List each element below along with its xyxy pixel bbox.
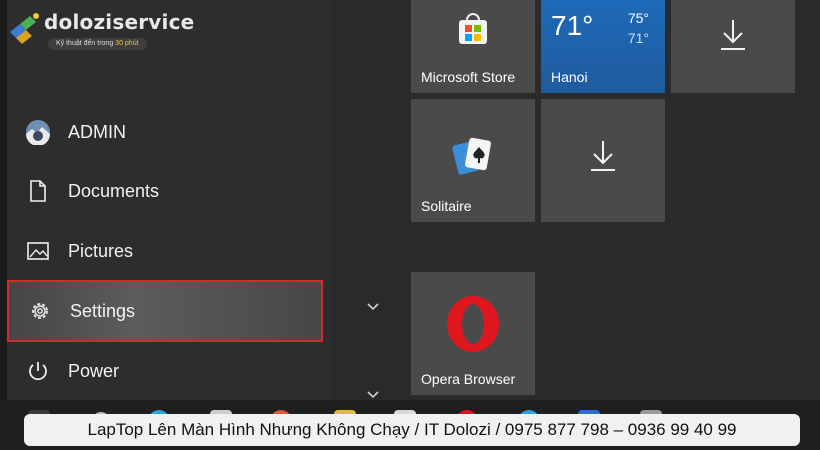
tile-download-placeholder[interactable]: [541, 99, 665, 222]
tile-label: Microsoft Store: [421, 69, 516, 85]
pictures-icon: [25, 238, 51, 264]
tile-label: Solitaire: [421, 198, 472, 214]
tile-download-placeholder[interactable]: [671, 0, 795, 93]
cards-icon: [452, 137, 491, 175]
menu-item-power[interactable]: Power: [7, 342, 323, 400]
weather-current-temp: 71°: [551, 10, 594, 41]
menu-item-label: Pictures: [68, 240, 134, 261]
menu-item-admin[interactable]: ADMIN: [7, 103, 323, 161]
weather-low-temp: 71°: [627, 30, 649, 46]
user-avatar-icon: [25, 119, 51, 145]
tile-label: Opera Browser: [421, 371, 516, 387]
menu-item-documents[interactable]: Documents: [7, 162, 323, 220]
download-arrow-icon: [591, 141, 615, 171]
tile-solitaire[interactable]: Solitaire: [411, 99, 535, 222]
tile-weather[interactable]: 71° 75° 71° Hanoi: [541, 0, 665, 93]
weather-city: Hanoi: [551, 69, 588, 85]
menu-item-label: ADMIN: [68, 121, 126, 142]
tile-microsoft-store[interactable]: Microsoft Store: [411, 0, 535, 93]
opera-icon: [447, 296, 499, 352]
start-menu-middle-area: [330, 0, 410, 400]
menu-item-pictures[interactable]: Pictures: [7, 222, 323, 280]
menu-item-label: Documents: [68, 180, 160, 201]
chevron-down-icon[interactable]: [366, 390, 380, 400]
weather-high-temp: 75°: [627, 10, 649, 26]
window-edge: [0, 0, 7, 400]
chevron-down-icon[interactable]: [366, 302, 380, 312]
menu-item-label: Settings: [70, 300, 136, 321]
logo-tagline-highlight: 30 phút: [115, 40, 139, 47]
download-arrow-icon: [721, 20, 745, 50]
power-icon: [25, 358, 51, 384]
document-icon: [25, 178, 51, 204]
watermark-logo: doloziservice Kỹ thuật đến trong 30 phút: [4, 6, 204, 50]
caption-banner: LapTop Lên Màn Hình Nhưng Không Chạy / I…: [24, 414, 800, 446]
store-bag-icon: [459, 13, 487, 44]
logo-brand-text: doloziservice: [44, 10, 195, 34]
menu-item-label: Power: [68, 360, 120, 381]
logo-tagline-prefix: Kỹ thuật đến trong: [56, 40, 114, 47]
tile-opera-browser[interactable]: Opera Browser: [411, 272, 535, 395]
logo-tagline: Kỹ thuật đến trong 30 phút: [48, 38, 147, 50]
logo-mark-icon: [10, 13, 39, 44]
gear-icon: [27, 298, 53, 324]
menu-item-settings[interactable]: Settings: [7, 280, 323, 342]
